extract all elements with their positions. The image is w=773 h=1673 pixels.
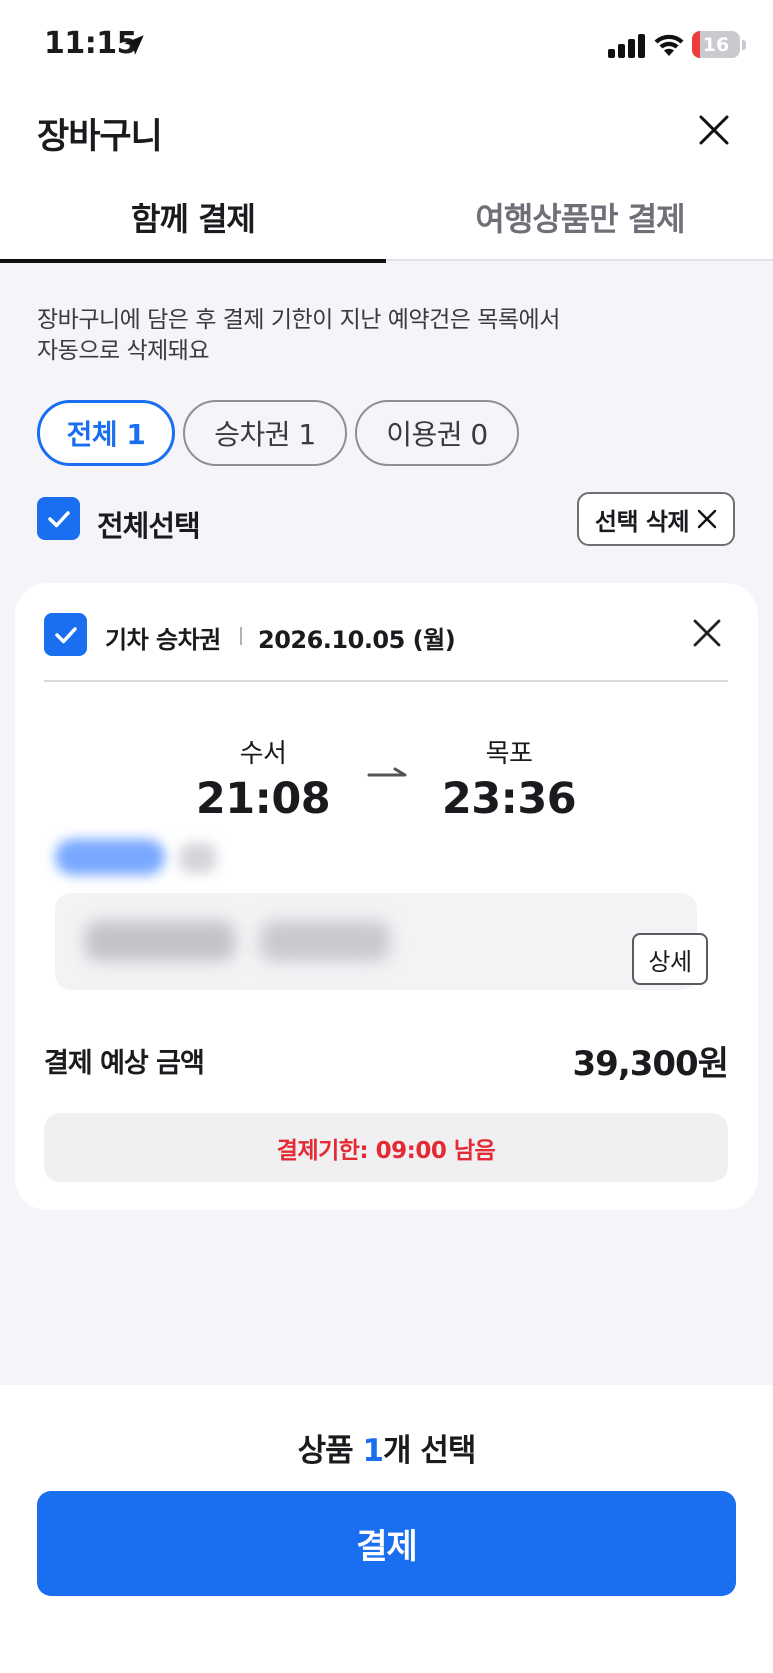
notice-line-2: 자동으로 삭제돼요: [37, 338, 210, 364]
item-separator: [240, 627, 242, 645]
redacted-mark: [180, 843, 216, 873]
redacted-seat-info: [85, 921, 235, 961]
item-date: 2026.10.05 (월): [258, 626, 456, 654]
close-icon: [693, 619, 721, 647]
filter-chip-passes[interactable]: 이용권 0: [355, 400, 519, 466]
filter-chip-all[interactable]: 전체 1: [37, 400, 175, 466]
price-label: 결제 예상 금액: [44, 1048, 205, 1079]
arrival-time: 23:36: [441, 774, 577, 824]
close-icon: [699, 115, 729, 145]
summary-prefix: 상품: [297, 1433, 363, 1469]
tab-label: 여행상품만 결제: [475, 199, 685, 238]
card-divider: [44, 680, 728, 682]
redacted-ticket-info: [30, 823, 730, 1003]
battery-nub: [742, 40, 746, 50]
cart-item-card: 기차 승차권 2026.10.05 (월) 수서 21:08 목포 23:36 …: [15, 583, 758, 1210]
check-icon: [47, 510, 70, 527]
status-bar: 11:15 16: [0, 0, 773, 92]
tab-active-indicator: [0, 259, 386, 263]
summary-suffix: 개 선택: [383, 1433, 476, 1469]
wifi-icon: [654, 34, 684, 56]
location-arrow-icon: [124, 35, 144, 55]
close-button[interactable]: [690, 106, 738, 154]
delete-selected-label: 선택 삭제: [594, 507, 690, 536]
selection-summary: 상품 1개 선택: [0, 1425, 773, 1470]
page-title: 장바구니: [37, 117, 163, 157]
summary-count: 1: [362, 1433, 384, 1469]
arrival: 목포 23:36: [419, 733, 599, 824]
remove-item-button[interactable]: [685, 611, 729, 655]
route-arrow-icon: [367, 767, 407, 777]
close-icon: [697, 509, 717, 529]
select-all-checkbox[interactable]: [37, 497, 80, 540]
notice-text: 장바구니에 담은 후 결제 기한이 지난 예약건은 목록에서 자동으로 삭제돼요: [37, 305, 677, 367]
notice-line-1: 장바구니에 담은 후 결제 기한이 지난 예약건은 목록에서: [37, 307, 560, 333]
price-value: 39,300원: [572, 1044, 729, 1084]
redacted-seat-info: [260, 921, 390, 961]
arrival-station: 목포: [485, 739, 533, 769]
departure: 수서 21:08: [173, 733, 353, 824]
tab-label: 함께 결제: [131, 199, 256, 238]
header: 장바구니: [0, 92, 773, 172]
check-icon: [54, 626, 77, 643]
filter-chip-tickets[interactable]: 승차권 1: [183, 400, 347, 466]
pay-button[interactable]: 결제: [37, 1491, 736, 1596]
battery-icon: 16: [692, 31, 740, 58]
ticket-info-box: [55, 893, 697, 990]
cellular-signal-icon: [608, 34, 645, 58]
payment-deadline: 결제기한: 09:00 남음: [44, 1113, 728, 1182]
battery-level: 16: [702, 34, 730, 56]
redacted-badge: [55, 839, 165, 875]
tab-bar: 함께 결제 여행상품만 결제: [0, 172, 773, 263]
departure-time: 21:08: [195, 774, 331, 824]
item-type: 기차 승차권: [105, 626, 221, 654]
detail-button[interactable]: 상세: [632, 933, 708, 985]
item-checkbox[interactable]: [44, 613, 87, 656]
select-all-label: 전체선택: [97, 509, 201, 543]
departure-station: 수서: [239, 739, 287, 769]
delete-selected-button[interactable]: 선택 삭제: [577, 492, 735, 546]
tab-pay-together[interactable]: 함께 결제: [0, 172, 386, 263]
tab-pay-travel-only[interactable]: 여행상품만 결제: [387, 172, 773, 261]
footer: 상품 1개 선택 결제: [0, 1385, 773, 1673]
